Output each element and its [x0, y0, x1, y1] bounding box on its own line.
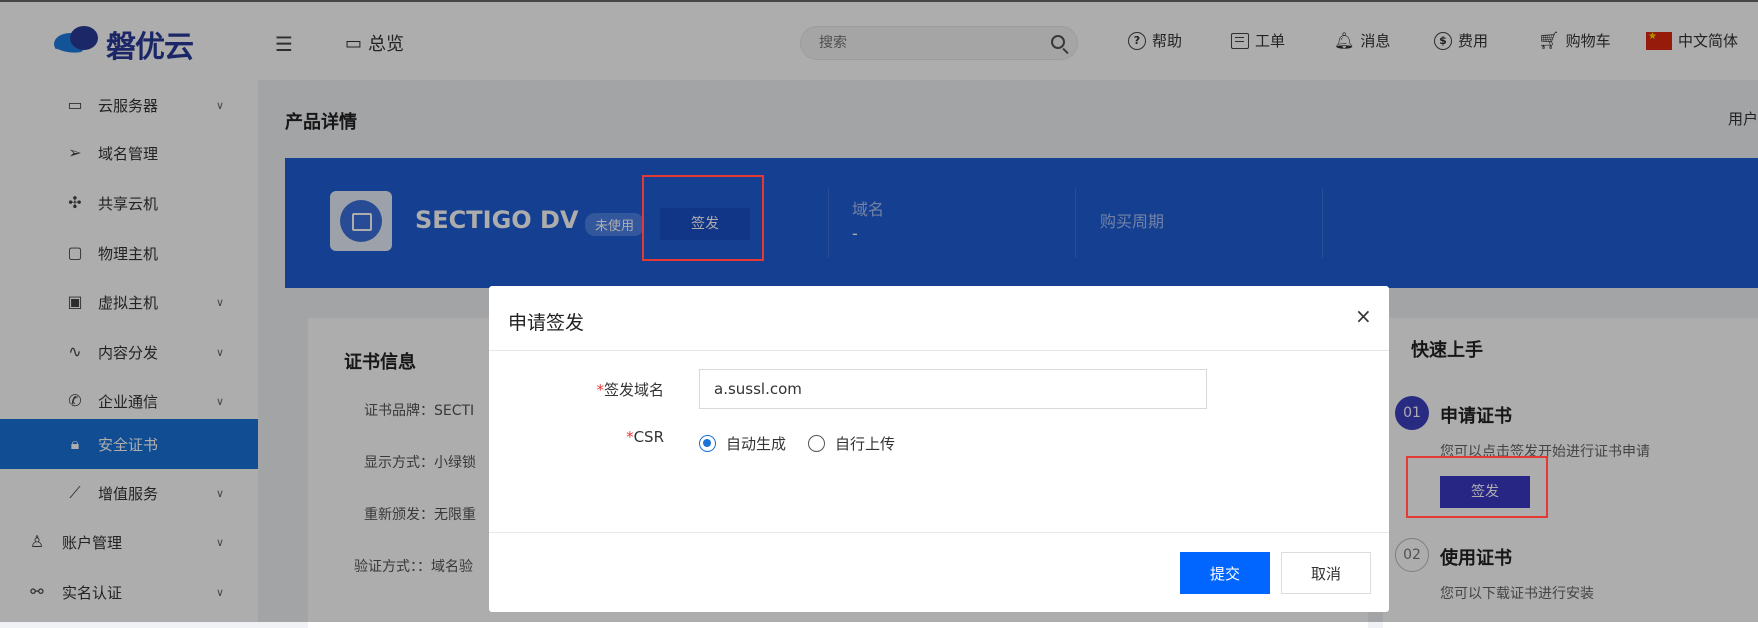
- radio-label: 自动生成: [726, 435, 787, 453]
- dialog-title: 申请签发: [508, 312, 585, 334]
- csr-option-auto[interactable]: 自动生成: [699, 433, 786, 454]
- cancel-button[interactable]: 取消: [1281, 552, 1371, 594]
- highlight-box: [1406, 456, 1548, 518]
- domain-field-label: *签发域名: [596, 381, 664, 399]
- csr-option-upload[interactable]: 自行上传: [808, 433, 895, 454]
- dialog-footer: 提交 取消: [489, 532, 1389, 613]
- highlight-box: [642, 175, 764, 261]
- issue-dialog: 申请签发 × *签发域名 *CSR 自动生成 自行上传 提交 取消: [489, 286, 1389, 612]
- radio-label: 自行上传: [835, 435, 896, 453]
- close-icon[interactable]: ×: [1355, 304, 1372, 328]
- radio-button[interactable]: [699, 435, 716, 452]
- submit-button[interactable]: 提交: [1180, 552, 1270, 594]
- domain-input[interactable]: [699, 369, 1207, 409]
- csr-radio-group: 自动生成 自行上传: [699, 433, 917, 454]
- dialog-header: 申请签发 ×: [489, 286, 1389, 351]
- radio-button[interactable]: [808, 435, 826, 452]
- csr-field-label: *CSR: [626, 428, 664, 446]
